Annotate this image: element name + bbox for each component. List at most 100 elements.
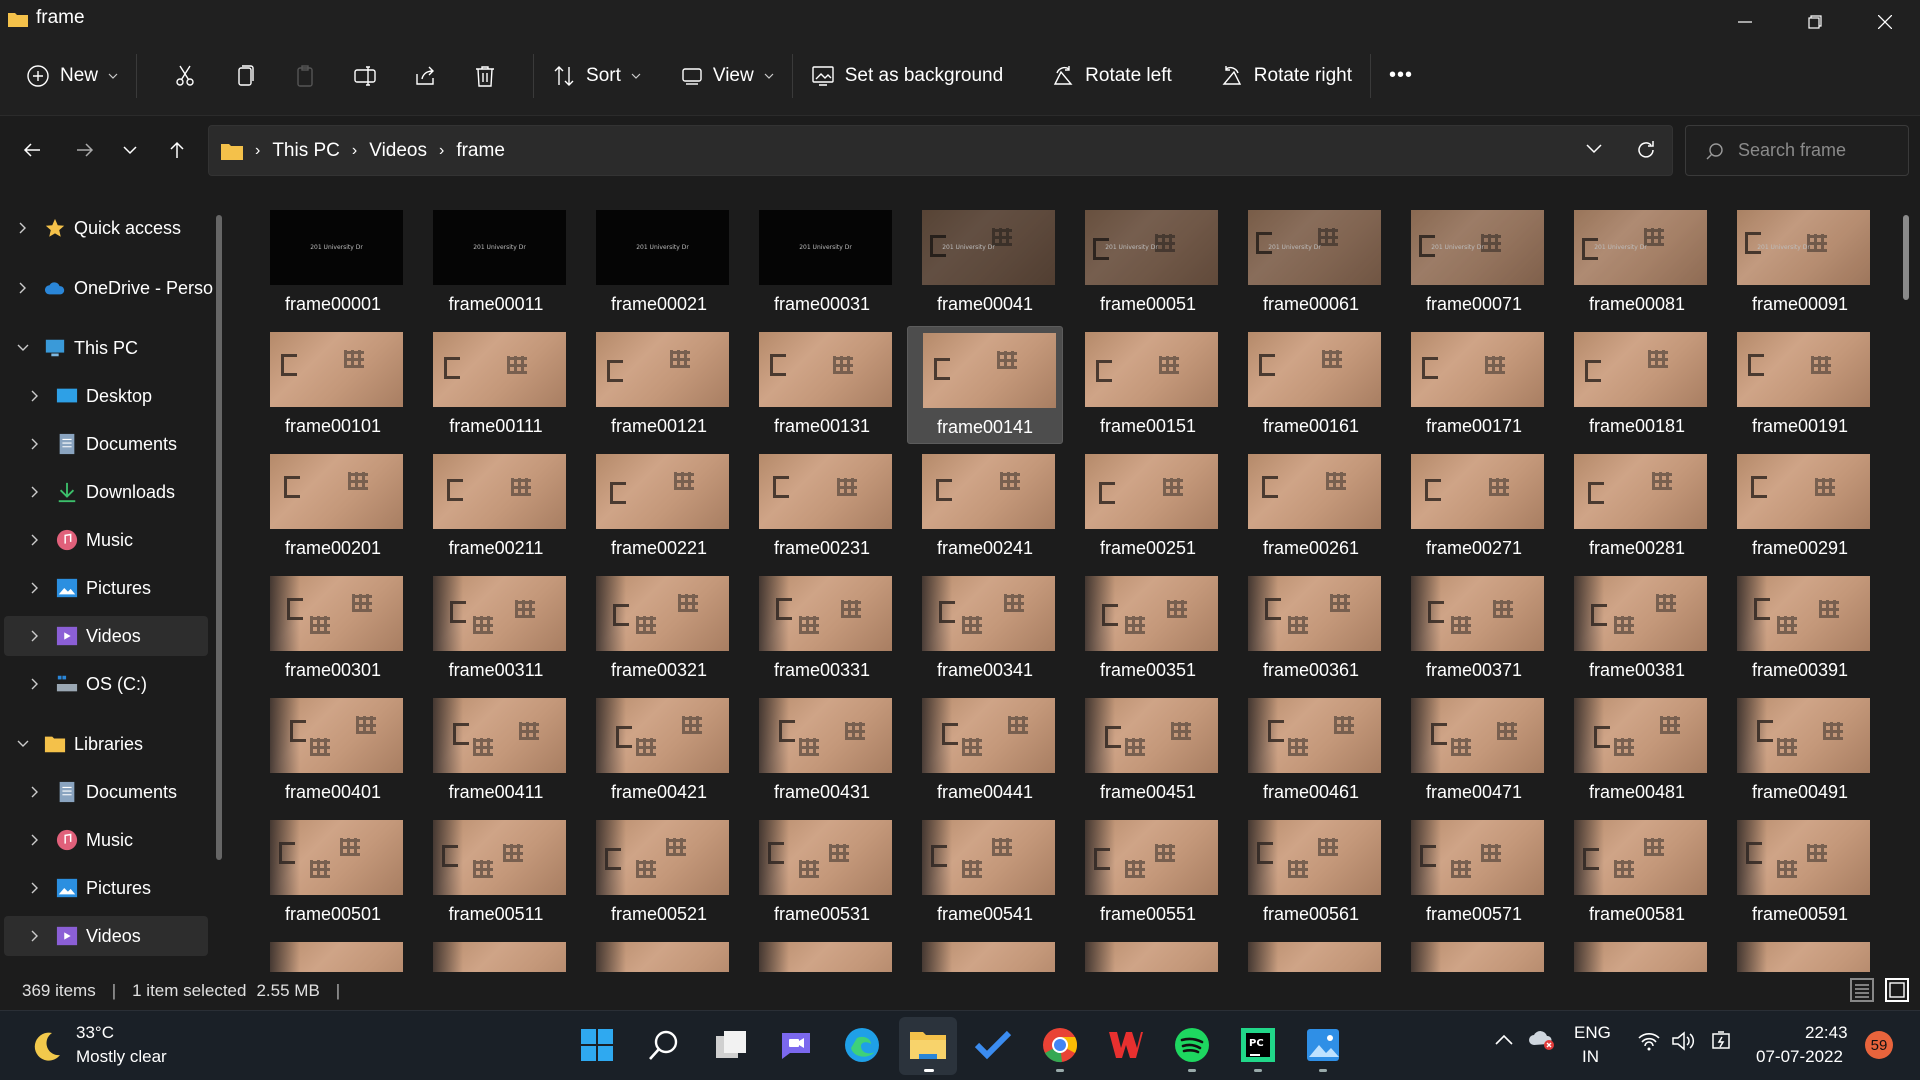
file-tile[interactable]: frame00411 (418, 692, 574, 810)
file-tile[interactable] (581, 936, 737, 972)
sidebar-item-lib-documents[interactable]: Documents (4, 772, 208, 812)
file-tile[interactable]: frame00241 (907, 448, 1063, 566)
rotate-right-button[interactable]: Rotate right (1220, 52, 1352, 100)
up-button[interactable] (161, 134, 193, 166)
file-tile[interactable]: frame00271 (1396, 448, 1552, 566)
file-tile[interactable]: frame00111 (418, 326, 574, 444)
file-tile[interactable]: frame00591 (1722, 814, 1878, 932)
file-tile[interactable]: frame00281 (1559, 448, 1715, 566)
file-tile[interactable]: frame00451 (1070, 692, 1226, 810)
file-tile[interactable]: frame00201 (255, 448, 411, 566)
file-tile[interactable]: 201 University Dr frame00091 (1722, 204, 1878, 322)
file-tile[interactable]: frame00191 (1722, 326, 1878, 444)
photos-button[interactable] (1303, 1025, 1343, 1065)
back-button[interactable] (16, 134, 48, 166)
chevron-right-icon[interactable] (28, 437, 42, 451)
view-button[interactable]: View (681, 52, 774, 100)
file-tile[interactable]: frame00581 (1559, 814, 1715, 932)
details-view-button[interactable] (1850, 978, 1874, 1002)
file-tile[interactable] (744, 936, 900, 972)
set-background-button[interactable]: Set as background (811, 52, 1003, 100)
copy-button[interactable] (233, 52, 257, 100)
search-input[interactable]: Search frame (1685, 125, 1909, 176)
file-tile[interactable]: frame00311 (418, 570, 574, 688)
sidebar-item-this-pc[interactable]: This PC (4, 328, 208, 368)
sidebar-item-pictures[interactable]: Pictures (4, 568, 208, 608)
content-scrollbar[interactable] (1903, 215, 1909, 300)
file-tile[interactable]: 201 University Dr frame00001 (255, 204, 411, 322)
sidebar-item-desktop[interactable]: Desktop (4, 376, 208, 416)
file-tile[interactable]: frame00481 (1559, 692, 1715, 810)
teams-chat-button[interactable] (776, 1025, 816, 1065)
file-tile[interactable]: frame00381 (1559, 570, 1715, 688)
address-bar[interactable]: › This PC › Videos › frame (208, 125, 1673, 176)
spotify-button[interactable] (1172, 1025, 1212, 1065)
chevron-right-icon[interactable] (28, 629, 42, 643)
sort-button[interactable]: Sort (552, 52, 641, 100)
input-language[interactable]: ENG (1574, 1023, 1611, 1043)
sidebar-item-quick-access[interactable]: Quick access (4, 208, 208, 248)
sidebar-item-lib-pictures[interactable]: Pictures (4, 868, 208, 908)
chevron-right-icon[interactable] (16, 221, 30, 235)
file-tile[interactable]: 201 University Dr frame00071 (1396, 204, 1552, 322)
sidebar-item-downloads[interactable]: Downloads (4, 472, 208, 512)
share-button[interactable] (413, 52, 437, 100)
file-tile[interactable]: frame00321 (581, 570, 737, 688)
task-view-button[interactable] (711, 1025, 751, 1065)
file-tile[interactable]: frame00261 (1233, 448, 1389, 566)
chevron-right-icon[interactable] (28, 785, 42, 799)
new-button[interactable]: New (26, 52, 118, 100)
file-tile[interactable]: frame00171 (1396, 326, 1552, 444)
chevron-right-icon[interactable] (28, 833, 42, 847)
file-tile[interactable]: frame00511 (418, 814, 574, 932)
file-tile[interactable]: frame00131 (744, 326, 900, 444)
file-tile[interactable]: 201 University Dr frame00051 (1070, 204, 1226, 322)
rename-button[interactable] (353, 52, 377, 100)
file-tile[interactable]: frame00151 (1070, 326, 1226, 444)
cut-button[interactable] (173, 52, 197, 100)
chevron-right-icon[interactable] (28, 389, 42, 403)
clock-time[interactable]: 22:43 (1805, 1023, 1848, 1043)
file-tile[interactable]: frame00181 (1559, 326, 1715, 444)
sidebar-item-libraries[interactable]: Libraries (4, 724, 208, 764)
chevron-down-icon[interactable] (16, 341, 30, 355)
file-tile[interactable]: frame00231 (744, 448, 900, 566)
file-tile[interactable]: frame00521 (581, 814, 737, 932)
file-tile[interactable] (1233, 936, 1389, 972)
file-tile[interactable]: frame00211 (418, 448, 574, 566)
breadcrumb-frame[interactable]: frame (456, 140, 505, 162)
chrome-button[interactable] (1040, 1025, 1080, 1065)
file-tile[interactable]: 201 University Dr frame00031 (744, 204, 900, 322)
sidebar-item-os-drive[interactable]: OS (C:) (4, 664, 208, 704)
paste-button[interactable] (293, 52, 317, 100)
recent-locations-button[interactable] (114, 134, 146, 166)
breadcrumb-videos[interactable]: Videos (369, 140, 427, 162)
file-tile[interactable]: 201 University Dr frame00041 (907, 204, 1063, 322)
chevron-right-icon[interactable] (28, 581, 42, 595)
sidebar-item-lib-videos[interactable]: Videos (4, 916, 208, 956)
file-tile[interactable] (907, 936, 1063, 972)
chevron-right-icon[interactable] (28, 677, 42, 691)
wifi-icon[interactable] (1637, 1031, 1661, 1056)
file-tile[interactable]: frame00341 (907, 570, 1063, 688)
chevron-right-icon[interactable] (28, 929, 42, 943)
more-options-button[interactable]: ••• (1389, 52, 1413, 100)
volume-icon[interactable] (1671, 1030, 1697, 1057)
file-tile[interactable]: frame00371 (1396, 570, 1552, 688)
edge-button[interactable] (842, 1025, 882, 1065)
chevron-right-icon[interactable] (28, 881, 42, 895)
file-tile[interactable]: frame00461 (1233, 692, 1389, 810)
file-tile[interactable]: frame00551 (1070, 814, 1226, 932)
file-tile[interactable]: frame00351 (1070, 570, 1226, 688)
delete-button[interactable] (473, 52, 497, 100)
file-tile[interactable]: frame00421 (581, 692, 737, 810)
file-tile[interactable]: frame00141 (907, 326, 1063, 444)
sidebar-item-videos[interactable]: Videos (4, 616, 208, 656)
large-icons-view-button[interactable] (1885, 978, 1909, 1002)
battery-icon[interactable] (1708, 1030, 1734, 1057)
file-tile[interactable] (255, 936, 411, 972)
file-tile[interactable]: frame00561 (1233, 814, 1389, 932)
file-tile[interactable]: frame00301 (255, 570, 411, 688)
forward-button[interactable] (69, 134, 101, 166)
file-tile[interactable]: frame00571 (1396, 814, 1552, 932)
